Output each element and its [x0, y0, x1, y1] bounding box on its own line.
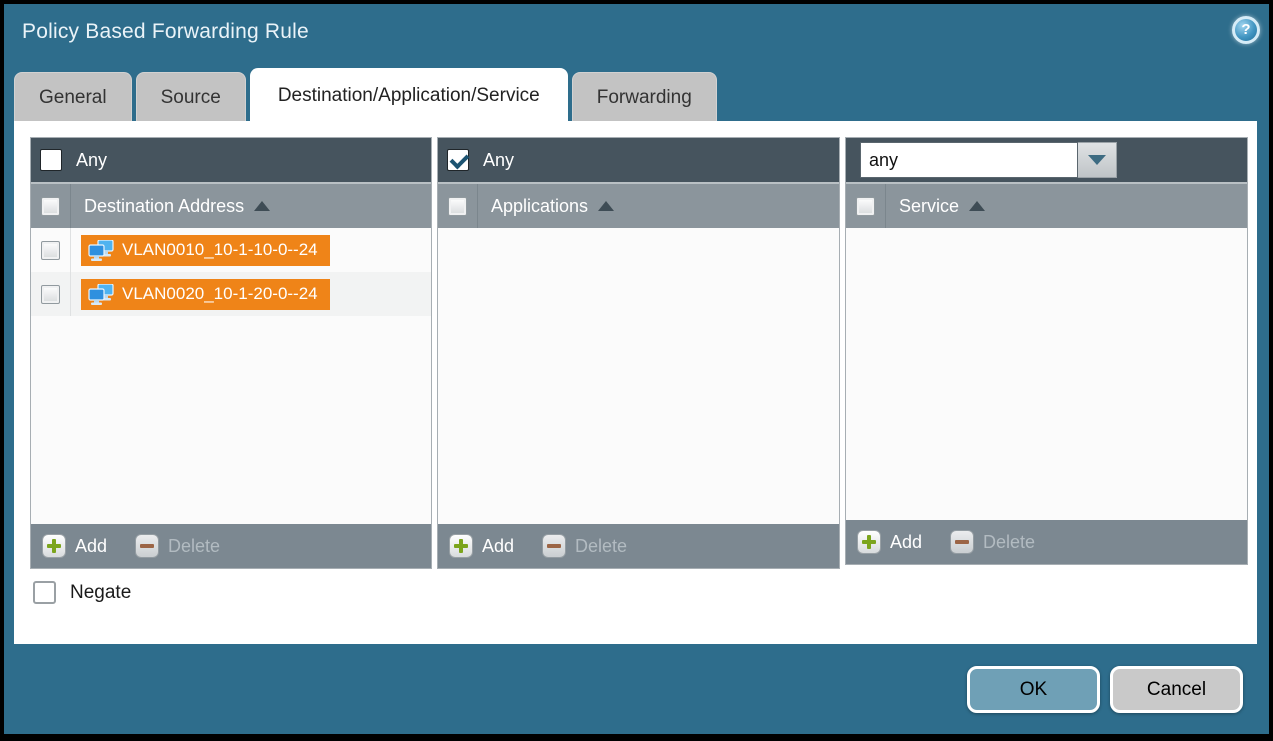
dialog-title: Policy Based Forwarding Rule	[22, 20, 309, 44]
applications-header-checkbox[interactable]	[448, 197, 467, 216]
chevron-down-icon	[1088, 155, 1106, 165]
destination-delete-button[interactable]	[135, 534, 159, 558]
destination-any-label: Any	[76, 150, 107, 171]
row-content: VLAN0020_10-1-20-0--24	[71, 272, 330, 316]
applications-header-label: Applications	[491, 196, 588, 217]
applications-panel: Any Applications Add	[437, 137, 840, 569]
row-checkbox[interactable]	[41, 285, 60, 304]
sort-ascending-icon	[254, 201, 270, 211]
delete-button-label: Delete	[575, 536, 627, 557]
destination-header-label: Destination Address	[84, 196, 244, 217]
destination-toolbar: Add Delete	[31, 524, 431, 568]
tab-forwarding[interactable]: Forwarding	[572, 72, 717, 122]
service-header-checkbox-cell	[846, 184, 886, 228]
row-content: VLAN0010_10-1-10-0--24	[71, 228, 330, 272]
service-header-row: Service	[846, 182, 1247, 228]
add-button-label: Add	[890, 532, 922, 553]
service-toolbar: Add Delete	[846, 520, 1247, 564]
tab-destination-application-service[interactable]: Destination/Application/Service	[250, 68, 568, 122]
ok-button[interactable]: OK	[967, 666, 1100, 713]
address-object-label: VLAN0020_10-1-20-0--24	[122, 284, 318, 304]
applications-any-row: Any	[438, 138, 839, 182]
applications-header-checkbox-cell	[438, 184, 478, 228]
applications-any-label: Any	[483, 150, 514, 171]
negate-row: Negate	[33, 581, 131, 604]
applications-delete-button[interactable]	[542, 534, 566, 558]
cancel-button[interactable]: Cancel	[1110, 666, 1243, 713]
network-address-icon	[88, 284, 114, 305]
destination-header-checkbox-cell	[31, 184, 71, 228]
add-plus-icon	[449, 534, 473, 558]
destination-any-row: Any	[31, 138, 431, 182]
applications-any-checkbox[interactable]	[447, 149, 469, 171]
address-object-vlan0020[interactable]: VLAN0020_10-1-20-0--24	[81, 279, 330, 310]
service-header-checkbox[interactable]	[856, 197, 875, 216]
service-dropdown-row	[846, 138, 1247, 182]
applications-header-row: Applications	[438, 182, 839, 228]
address-object-vlan0010[interactable]: VLAN0010_10-1-10-0--24	[81, 235, 330, 266]
service-panel: Service Add Delete	[845, 137, 1248, 565]
service-header-cell[interactable]: Service	[886, 184, 985, 228]
add-button-label: Add	[482, 536, 514, 557]
tab-content: Any Destination Address	[14, 121, 1257, 644]
delete-button-label: Delete	[168, 536, 220, 557]
policy-based-forwarding-dialog: Policy Based Forwarding Rule ? General S…	[0, 0, 1273, 741]
service-dropdown	[860, 142, 1117, 178]
add-plus-icon	[42, 534, 66, 558]
add-button-label: Add	[75, 536, 107, 557]
sort-ascending-icon	[969, 201, 985, 211]
service-list	[846, 228, 1247, 520]
destination-header-cell[interactable]: Destination Address	[71, 184, 270, 228]
applications-header-cell[interactable]: Applications	[478, 184, 614, 228]
destination-header-row: Destination Address	[31, 182, 431, 228]
sort-ascending-icon	[598, 201, 614, 211]
destination-add-button[interactable]: Add	[42, 534, 107, 558]
applications-toolbar: Add Delete	[438, 524, 839, 568]
row-checkbox-cell	[31, 228, 71, 272]
table-row: VLAN0020_10-1-20-0--24	[31, 272, 431, 316]
tab-source[interactable]: Source	[136, 72, 246, 122]
network-address-icon	[88, 240, 114, 261]
add-plus-icon	[857, 530, 881, 554]
service-dropdown-button[interactable]	[1078, 142, 1117, 178]
delete-button-label: Delete	[983, 532, 1035, 553]
destination-header-checkbox[interactable]	[41, 197, 60, 216]
row-checkbox[interactable]	[41, 241, 60, 260]
destination-list: VLAN0010_10-1-10-0--24	[31, 228, 431, 524]
tab-bar: General Source Destination/Application/S…	[14, 68, 721, 122]
applications-list	[438, 228, 839, 524]
tab-general[interactable]: General	[14, 72, 132, 122]
applications-add-button[interactable]: Add	[449, 534, 514, 558]
negate-checkbox[interactable]	[33, 581, 56, 604]
service-delete-button[interactable]	[950, 530, 974, 554]
help-icon[interactable]: ?	[1232, 16, 1260, 44]
delete-minus-icon	[135, 534, 159, 558]
address-object-label: VLAN0010_10-1-10-0--24	[122, 240, 318, 260]
table-row: VLAN0010_10-1-10-0--24	[31, 228, 431, 272]
destination-any-checkbox[interactable]	[40, 149, 62, 171]
row-checkbox-cell	[31, 272, 71, 316]
service-add-button[interactable]: Add	[857, 530, 922, 554]
service-header-label: Service	[899, 196, 959, 217]
delete-minus-icon	[542, 534, 566, 558]
negate-label: Negate	[70, 582, 131, 604]
destination-address-panel: Any Destination Address	[30, 137, 432, 569]
service-dropdown-input[interactable]	[860, 142, 1078, 178]
delete-minus-icon	[950, 530, 974, 554]
